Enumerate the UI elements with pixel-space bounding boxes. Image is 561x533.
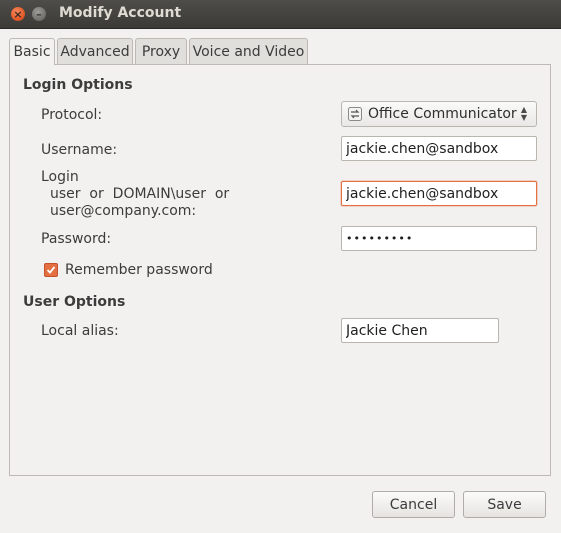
title-bar: × – Modify Account [0, 0, 561, 29]
checkmark-icon [46, 266, 56, 274]
protocol-icon [348, 107, 362, 121]
login-hint-line1: user or DOMAIN\user or [50, 186, 230, 202]
tab-advanced[interactable]: Advanced [57, 38, 133, 64]
save-button[interactable]: Save [463, 491, 546, 518]
user-options-heading: User Options [23, 294, 126, 310]
password-field[interactable] [341, 226, 537, 251]
login-hint-line2: user@company.com: [50, 203, 197, 219]
local-alias-label: Local alias: [41, 323, 119, 339]
login-field[interactable] [341, 181, 537, 206]
local-alias-field[interactable] [341, 318, 499, 343]
remember-password-label[interactable]: Remember password [65, 261, 213, 279]
modify-account-window: × – Modify Account Basic Advanced Proxy … [0, 0, 561, 533]
close-icon[interactable]: × [11, 7, 25, 21]
password-label: Password: [41, 231, 112, 247]
window-title: Modify Account [59, 5, 182, 21]
protocol-combo[interactable]: Office Communicator ▲ ▼ [341, 101, 537, 127]
remember-password-checkbox[interactable] [44, 263, 58, 277]
tab-voice-and-video[interactable]: Voice and Video [189, 38, 308, 64]
username-label: Username: [41, 142, 118, 158]
combo-arrows-icon: ▲ ▼ [520, 105, 528, 122]
tab-basic[interactable]: Basic [9, 38, 55, 65]
login-options-heading: Login Options [23, 77, 133, 93]
protocol-value: Office Communicator [368, 106, 517, 122]
tab-proxy[interactable]: Proxy [135, 38, 187, 64]
cancel-button[interactable]: Cancel [372, 491, 455, 518]
login-label: Login [41, 169, 79, 185]
minimize-icon[interactable]: – [32, 7, 46, 21]
protocol-label: Protocol: [41, 107, 103, 123]
username-field[interactable] [341, 136, 537, 161]
